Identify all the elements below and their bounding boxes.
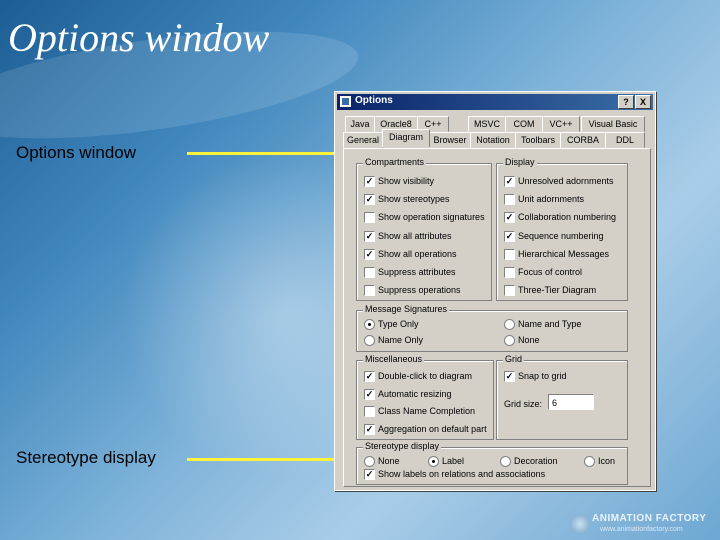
stereotype-display-title: Stereotype display [363,441,442,451]
logo-url: www.animationfactory.com [600,526,683,533]
tab-general[interactable]: General [343,132,383,148]
radio-label: Type Only [378,319,419,329]
radio-button[interactable] [364,319,375,330]
tab-com[interactable]: COM [505,116,543,132]
message-signatures-title: Message Signatures [363,304,450,314]
caption-stereotype-display: Stereotype display [16,448,156,467]
display-group: Display ✓ Unresolved adornments Unit ado… [496,157,628,301]
checkbox[interactable]: ✓ [364,469,375,480]
checkbox[interactable] [364,406,375,417]
dialog-title: Options [355,95,393,106]
checkbox-label: Sequence numbering [518,231,604,241]
radio-button[interactable] [364,335,375,346]
checkbox[interactable] [364,267,375,278]
radio-label: None [378,456,400,466]
radio-button[interactable] [428,456,439,467]
checkbox-label: Show stereotypes [378,194,450,204]
radio-label: Label [442,456,465,466]
grid-size-label: Grid size: [504,399,543,409]
pointer-line-stereotype [187,458,348,461]
checkbox-label: Suppress attributes [378,267,456,277]
checkbox[interactable]: ✓ [364,249,375,260]
checkbox[interactable]: ✓ [364,176,375,187]
checkbox[interactable]: ✓ [504,176,515,187]
checkbox-label: Focus of control [518,267,583,277]
checkbox[interactable]: ✓ [364,389,375,400]
dialog-titlebar[interactable]: Options ? X [337,94,653,110]
tab-notation[interactable]: Notation [470,132,516,148]
checkbox[interactable]: ✓ [504,371,515,382]
tab-browser[interactable]: Browser [429,132,471,148]
checkbox[interactable] [504,249,515,260]
radio-button[interactable] [504,319,515,330]
tab-toolbars[interactable]: Toolbars [515,132,561,148]
help-button[interactable]: ? [618,95,634,109]
logo-text: ANIMATION FACTORY [592,513,707,524]
checkbox[interactable] [364,212,375,223]
miscellaneous-group: Miscellaneous ✓ Double-click to diagram … [356,354,494,440]
checkbox[interactable]: ✓ [364,371,375,382]
grid-size-input[interactable]: 6 [548,394,594,410]
stereotype-display-group: Stereotype display None Label Decoration… [356,441,628,485]
checkbox-label: Automatic resizing [378,389,452,399]
radio-button[interactable] [364,456,375,467]
checkbox-label: Show operation signatures [378,212,485,222]
slide-title: Options window [8,15,270,60]
radio-button[interactable] [504,335,515,346]
radio-button[interactable] [584,456,595,467]
checkbox-label: Collaboration numbering [518,212,617,222]
checkbox[interactable]: ✓ [364,231,375,242]
checkbox-label: Show visibility [378,176,435,186]
checkbox[interactable]: ✓ [364,424,375,435]
tab-visual-basic[interactable]: Visual Basic [581,116,645,132]
pointer-line-options [187,152,348,155]
miscellaneous-title: Miscellaneous [363,354,425,364]
display-title: Display [503,157,537,167]
compartments-group: Compartments ✓ Show visibility ✓ Show st… [356,157,492,301]
checkbox-label: Show all operations [378,249,457,259]
close-button[interactable]: X [635,95,651,109]
radio-label: None [518,335,540,345]
tab-msvc[interactable]: MSVC [468,116,506,132]
radio-label: Name Only [378,335,424,345]
checkbox[interactable] [364,285,375,296]
checkbox-label: Unit adornments [518,194,585,204]
caption-options-window: Options window [16,143,137,162]
grid-group: Grid ✓ Snap to grid Grid size: 6 [496,354,628,440]
checkbox[interactable]: ✓ [504,231,515,242]
checkbox-label: Show all attributes [378,231,452,241]
checkbox-label: Show labels on relations and association… [378,469,546,479]
checkbox-label: Hierarchical Messages [518,249,610,259]
tab-corba[interactable]: CORBA [560,132,606,148]
checkbox[interactable] [504,285,515,296]
checkbox-label: Unresolved adornments [518,176,614,186]
checkbox[interactable] [504,194,515,205]
compartments-title: Compartments [363,157,427,167]
message-signatures-group: Message Signatures Type Only Name and Ty… [356,304,628,352]
radio-label: Icon [598,456,616,466]
app-icon [340,96,351,107]
checkbox-label: Aggregation on default part [378,424,487,434]
tab-ddl[interactable]: DDL [605,132,645,148]
checkbox-label: Three-Tier Diagram [518,285,597,295]
tab-vcpp[interactable]: VC++ [542,116,580,132]
checkbox-label: Suppress operations [378,285,461,295]
checkbox-label: Class Name Completion [378,406,476,416]
tab-java[interactable]: Java [345,116,375,132]
radio-label: Name and Type [518,319,582,329]
diagram-tab-panel: Compartments ✓ Show visibility ✓ Show st… [343,148,651,487]
checkbox-label: Snap to grid [518,371,567,381]
radio-label: Decoration [514,456,558,466]
checkbox[interactable] [504,267,515,278]
checkbox[interactable]: ✓ [364,194,375,205]
options-dialog: Options ? X Java Oracle8 C++ MSVC COM VC… [334,91,656,491]
logo-icon [570,514,590,534]
animation-factory-logo: ANIMATION FACTORY www.animationfactory.c… [570,510,716,538]
grid-title: Grid [503,354,525,364]
tab-diagram[interactable]: Diagram [382,129,430,147]
radio-button[interactable] [500,456,511,467]
checkbox-label: Double-click to diagram [378,371,473,381]
checkbox[interactable]: ✓ [504,212,515,223]
